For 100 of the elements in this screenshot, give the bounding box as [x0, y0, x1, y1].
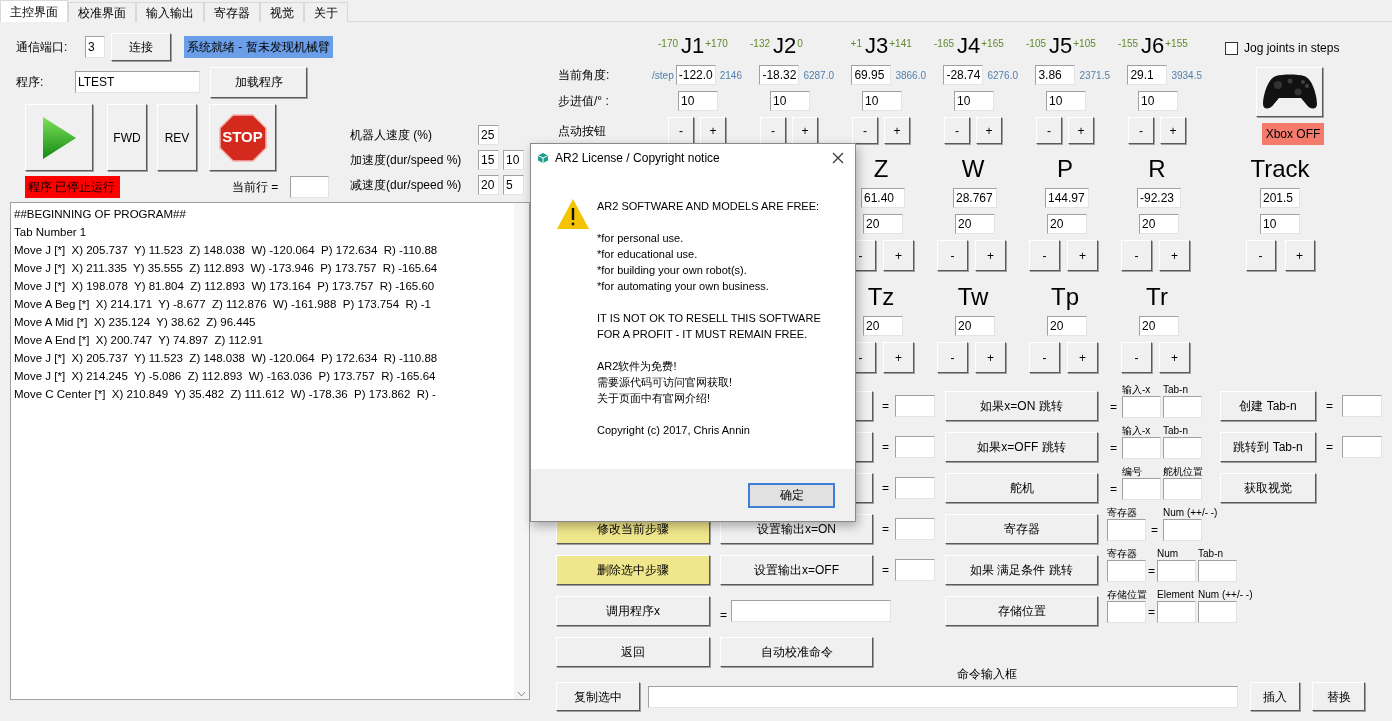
- input-field[interactable]: 144.97: [1045, 188, 1089, 208]
- command-button[interactable]: 设置输出x=OFF: [720, 555, 873, 585]
- input-field[interactable]: 10: [770, 91, 810, 111]
- forward-button[interactable]: FWD: [107, 104, 147, 171]
- input-field[interactable]: 20: [863, 214, 903, 234]
- input-field[interactable]: [1163, 519, 1202, 541]
- plus-button[interactable]: +: [1068, 117, 1094, 144]
- input-field[interactable]: [290, 176, 329, 198]
- input-field[interactable]: 10: [503, 150, 524, 170]
- minus-button[interactable]: -: [1121, 240, 1152, 271]
- plus-button[interactable]: +: [1284, 240, 1315, 271]
- plus-button[interactable]: +: [883, 240, 914, 271]
- plus-button[interactable]: +: [1159, 240, 1190, 271]
- input-field[interactable]: [1163, 478, 1202, 500]
- input-field[interactable]: 10: [1138, 91, 1178, 111]
- program-list[interactable]: [10, 202, 530, 700]
- input-field[interactable]: 25: [478, 125, 499, 145]
- stop-button[interactable]: STOP: [209, 104, 276, 171]
- scrollbar[interactable]: [514, 203, 529, 699]
- tab[interactable]: 校准界面: [68, 2, 136, 22]
- input-field[interactable]: [895, 559, 935, 581]
- ok-button[interactable]: 确定: [748, 482, 835, 508]
- input-field[interactable]: 10: [1046, 91, 1086, 111]
- plus-button[interactable]: +: [975, 342, 1006, 373]
- input-field[interactable]: [1122, 396, 1161, 418]
- command-button[interactable]: 舵机: [945, 473, 1098, 503]
- tab[interactable]: 关于: [304, 2, 348, 22]
- program-line[interactable]: Move C Center [*] X) 210.849 Y) 35.482 Z) 111.612 W) -178.36 P) 173.862 R) -: [14, 385, 436, 403]
- input-field[interactable]: [1122, 437, 1161, 459]
- input-field[interactable]: -18.32: [759, 65, 800, 85]
- input-field[interactable]: 10: [954, 91, 994, 111]
- minus-button[interactable]: -: [668, 117, 694, 144]
- program-line[interactable]: Move A Beg [*] X) 214.171 Y) -8.677 Z) 112.876 W) -161.988 P) 173.754 R) -1: [14, 295, 431, 313]
- minus-button[interactable]: -: [937, 240, 968, 271]
- plus-button[interactable]: +: [883, 342, 914, 373]
- input-field[interactable]: [1157, 560, 1196, 582]
- input-field[interactable]: [1163, 437, 1202, 459]
- input-field[interactable]: [1157, 601, 1196, 623]
- input-field[interactable]: 15: [478, 150, 499, 170]
- input-field[interactable]: 20: [1047, 214, 1087, 234]
- minus-button[interactable]: -: [1128, 117, 1154, 144]
- program-line[interactable]: Move J [*] X) 205.737 Y) 11.523 Z) 148.038 W) -120.064 P) 172.634 R) -110.88: [14, 349, 438, 367]
- input-field[interactable]: 20: [1139, 316, 1179, 336]
- program-line[interactable]: Move J [*] X) 214.245 Y) -5.086 Z) 112.893 W) -163.036 P) 173.757 R) -165.64: [14, 367, 436, 385]
- input-field[interactable]: [1342, 395, 1382, 417]
- command-button[interactable]: 如果x=OFF 跳转: [945, 432, 1098, 462]
- input-field[interactable]: 10: [862, 91, 902, 111]
- program-line[interactable]: ##BEGINNING OF PROGRAM##: [14, 205, 186, 223]
- command-input[interactable]: [648, 685, 1238, 708]
- program-line[interactable]: Tab Number 1: [14, 223, 87, 241]
- plus-button[interactable]: +: [1160, 117, 1186, 144]
- plus-button[interactable]: +: [792, 117, 818, 144]
- tab[interactable]: 主控界面: [0, 0, 68, 22]
- input-field[interactable]: 20: [1139, 214, 1179, 234]
- input-field[interactable]: [1163, 396, 1202, 418]
- command-button[interactable]: 如果x=ON 跳转: [945, 391, 1098, 421]
- gamepad-button[interactable]: [1256, 67, 1323, 117]
- input-field[interactable]: [1122, 478, 1161, 500]
- input-field[interactable]: 69.95: [851, 65, 892, 85]
- input-field[interactable]: 29.1: [1127, 65, 1168, 85]
- input-field[interactable]: [895, 518, 935, 540]
- command-button[interactable]: 存储位置: [945, 596, 1098, 626]
- input-field[interactable]: 20: [863, 316, 903, 336]
- input-field[interactable]: [1107, 601, 1146, 623]
- minus-button[interactable]: -: [1245, 240, 1276, 271]
- input-field[interactable]: 20: [955, 316, 995, 336]
- minus-button[interactable]: -: [760, 117, 786, 144]
- input-field[interactable]: [731, 600, 891, 622]
- command-button[interactable]: 寄存器: [945, 514, 1098, 544]
- program-line[interactable]: Move A End [*] X) 200.747 Y) 74.897 Z) 112.91: [14, 331, 263, 349]
- command-button[interactable]: 获取视觉: [1220, 473, 1316, 503]
- minus-button[interactable]: -: [1029, 240, 1060, 271]
- plus-button[interactable]: +: [1067, 240, 1098, 271]
- plus-button[interactable]: +: [1159, 342, 1190, 373]
- program-line[interactable]: Move J [*] X) 198.078 Y) 81.804 Z) 112.893 W) 173.164 P) 173.757 R) -165.60: [14, 277, 435, 295]
- plus-button[interactable]: +: [700, 117, 726, 144]
- input-field[interactable]: [1107, 519, 1146, 541]
- load-program-button[interactable]: 加载程序: [210, 66, 307, 98]
- input-field[interactable]: [895, 477, 935, 499]
- input-field[interactable]: 10: [1260, 214, 1300, 234]
- minus-button[interactable]: -: [1036, 117, 1062, 144]
- command-button[interactable]: 创建 Tab-n: [1220, 391, 1316, 421]
- tab[interactable]: 寄存器: [204, 2, 260, 22]
- plus-button[interactable]: +: [976, 117, 1002, 144]
- input-field[interactable]: 28.767: [953, 188, 997, 208]
- plus-button[interactable]: +: [884, 117, 910, 144]
- input-field[interactable]: [1107, 560, 1146, 582]
- program-line[interactable]: Move A Mid [*] X) 235.124 Y) 38.62 Z) 96.445: [14, 313, 256, 331]
- program-line[interactable]: Move J [*] X) 211.335 Y) 35.555 Z) 112.893 W) -173.946 P) 173.757 R) -165.64: [14, 259, 438, 277]
- command-button[interactable]: 调用程序x: [556, 596, 710, 626]
- input-field[interactable]: 20: [478, 175, 499, 195]
- replace-button[interactable]: 替换: [1312, 682, 1365, 711]
- run-button[interactable]: [25, 104, 93, 171]
- minus-button[interactable]: -: [1121, 342, 1152, 373]
- input-field[interactable]: 61.40: [861, 188, 905, 208]
- input-field[interactable]: [1342, 436, 1382, 458]
- command-button[interactable]: 自动校准命令: [720, 637, 873, 667]
- input-field[interactable]: 20: [955, 214, 995, 234]
- input-field[interactable]: 3.86: [1035, 65, 1076, 85]
- input-field[interactable]: 20: [1047, 316, 1087, 336]
